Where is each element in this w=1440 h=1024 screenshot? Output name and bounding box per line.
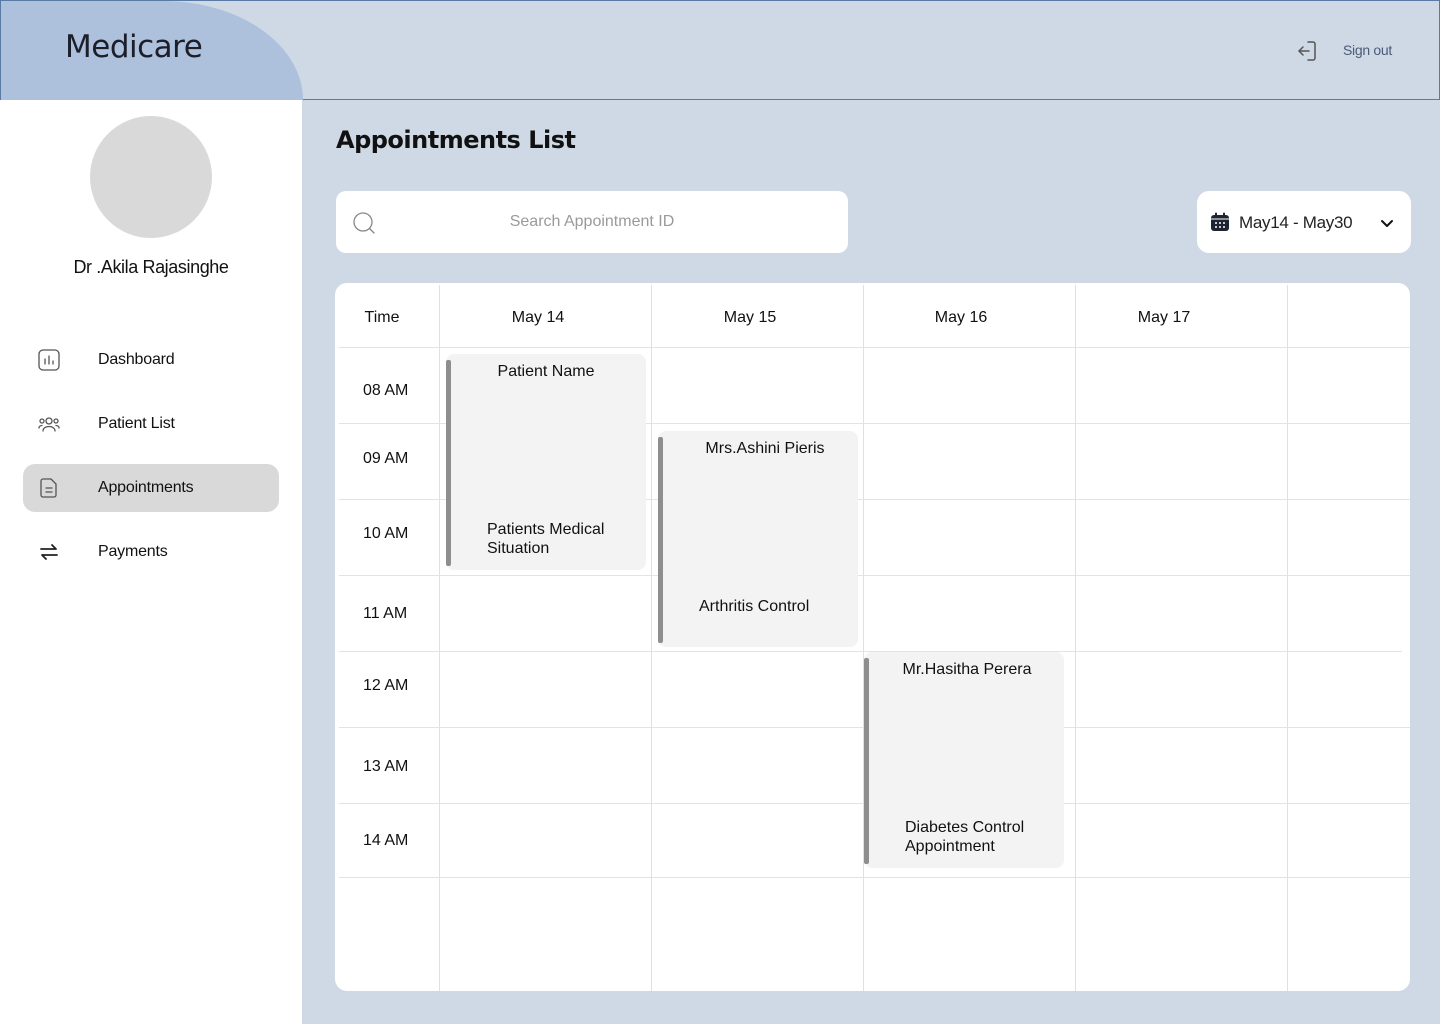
appointment-description: Diabetes Control Appointment	[905, 819, 1025, 855]
sidebar-item-label: Payments	[98, 543, 168, 560]
document-icon	[37, 476, 61, 500]
search-box	[336, 191, 848, 253]
sidebar: Dr .Akila Rajasinghe Dashboard Patient L…	[0, 100, 302, 1024]
time-slot-label: 14 AM	[363, 832, 409, 849]
transfer-icon	[37, 540, 61, 564]
appointment-card[interactable]: Mrs.Ashini Pieris Arthritis Control	[658, 431, 858, 647]
sign-out-icon[interactable]	[1295, 39, 1319, 63]
grid-line	[651, 285, 652, 991]
users-icon	[37, 412, 61, 436]
appointment-patient-name: Mr.Hasitha Perera	[902, 661, 1032, 678]
calendar-icon	[1210, 212, 1230, 232]
appointment-accent-bar	[446, 360, 451, 566]
grid-line	[339, 575, 1410, 576]
appointments-calendar: Time May 14 May 15 May 16 May 17 08 AM 0…	[335, 283, 1410, 991]
day-header: May 14	[511, 309, 565, 326]
app-logo[interactable]: Medicare	[65, 29, 203, 65]
appointment-accent-bar	[864, 658, 869, 864]
appointment-card[interactable]: Patient Name Patients Medical Situation	[446, 354, 646, 570]
appointment-card[interactable]: Mr.Hasitha Perera Diabetes Control Appoi…	[864, 652, 1064, 868]
sidebar-item-appointments[interactable]: Appointments	[23, 464, 279, 512]
time-slot-label: 11 AM	[363, 605, 408, 622]
date-range-dropdown[interactable]: May14 - May30	[1197, 191, 1411, 253]
appointment-patient-name: Mrs.Ashini Pieris	[705, 440, 825, 457]
time-slot-label: 08 AM	[363, 382, 409, 399]
search-icon[interactable]	[352, 211, 376, 235]
time-slot-label: 09 AM	[363, 450, 409, 467]
chart-icon	[37, 348, 61, 372]
search-input[interactable]	[392, 191, 792, 253]
appointment-description: Patients Medical Situation	[487, 521, 605, 557]
sidebar-item-label: Dashboard	[98, 351, 175, 368]
sign-out-link[interactable]: Sign out	[1343, 42, 1392, 58]
grid-line	[339, 877, 1410, 878]
grid-line	[1075, 285, 1076, 991]
sidebar-item-label: Patient List	[98, 415, 175, 432]
date-range-label: May14 - May30	[1239, 213, 1353, 232]
day-header: May 17	[1137, 309, 1191, 326]
grid-line	[1287, 285, 1288, 991]
grid-line	[339, 347, 1410, 348]
day-header: May 16	[934, 309, 988, 326]
time-slot-label: 10 AM	[363, 525, 409, 542]
chevron-down-icon	[1379, 215, 1395, 231]
grid-line	[439, 285, 440, 991]
doctor-name: Dr .Akila Rajasinghe	[73, 257, 229, 277]
appointment-patient-name: Patient Name	[497, 363, 595, 380]
day-header: May 15	[723, 309, 777, 326]
sidebar-item-patient-list[interactable]: Patient List	[23, 400, 279, 448]
time-column-header: Time	[364, 309, 400, 326]
sidebar-item-payments[interactable]: Payments	[23, 528, 279, 576]
appointment-accent-bar	[658, 437, 663, 643]
time-slot-label: 13 AM	[363, 758, 409, 775]
avatar[interactable]	[90, 116, 212, 238]
sidebar-item-dashboard[interactable]: Dashboard	[23, 336, 279, 384]
grid-line	[863, 285, 864, 991]
time-slot-label: 12 AM	[363, 677, 409, 694]
top-header: Medicare Sign out	[0, 0, 1440, 100]
page-title: Appointments List	[336, 126, 576, 154]
sidebar-item-label: Appointments	[98, 479, 194, 496]
appointment-description: Arthritis Control	[699, 598, 810, 615]
